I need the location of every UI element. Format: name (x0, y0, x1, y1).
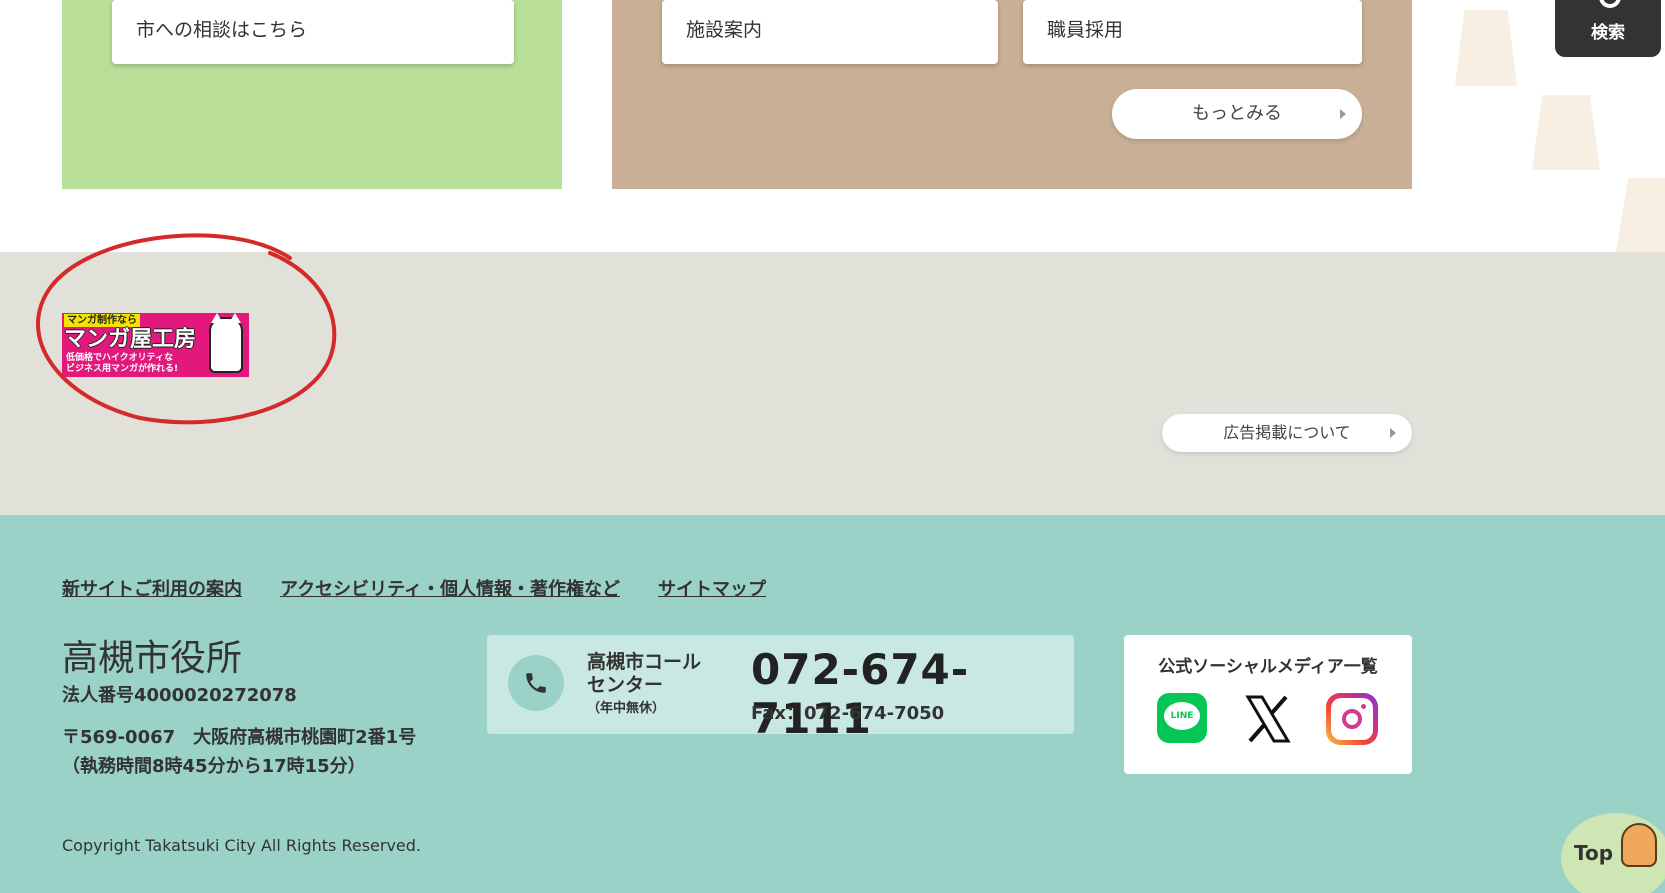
phone-number[interactable]: 072-674-7111 (751, 645, 1074, 743)
footer-link-guide[interactable]: 新サイトご利用の案内 (62, 575, 242, 601)
consult-link-label: 市への相談はこちら (136, 19, 308, 41)
chevron-right-icon (1390, 428, 1396, 438)
copyright: Copyright Takatsuki City All Rights Rese… (62, 836, 422, 855)
call-center-hours: （年中無休） (587, 701, 666, 716)
shogi-piece-decoration (1532, 95, 1600, 170)
facility-link[interactable]: 施設案内 (662, 0, 998, 64)
x-icon[interactable] (1242, 693, 1294, 745)
call-center-name: 高槻市コールセンター (587, 651, 702, 696)
ad-info-button[interactable]: 広告掲載について (1162, 414, 1412, 452)
chevron-right-icon (1340, 109, 1346, 119)
footer-links: 新サイトご利用の案内 アクセシビリティ・個人情報・著作権など サイトマップ (62, 575, 766, 601)
instagram-icon-inner (1331, 698, 1373, 740)
org-name: 高槻市役所 (62, 638, 243, 679)
line-label: LINE (1170, 711, 1194, 721)
mascot-icon (1621, 823, 1657, 867)
shogi-piece-decoration (1455, 10, 1517, 86)
social-title: 公式ソーシャルメディア一覧 (1158, 657, 1378, 677)
call-center-box: 高槻市コールセンター （年中無休） 072-674-7111 Fax：072-6… (487, 635, 1074, 743)
annotation-circle (36, 233, 337, 425)
footer-link-accessibility[interactable]: アクセシビリティ・個人情報・著作権など (280, 575, 620, 601)
footer-link-sitemap[interactable]: サイトマップ (658, 575, 766, 601)
instagram-dot (1361, 704, 1366, 709)
search-button-label: 検索 (1591, 23, 1625, 43)
top-section: 市への相談はこちら 施設案内 職員採用 もっとみる 検索 (0, 0, 1665, 252)
back-to-top-button[interactable]: Top (1561, 813, 1665, 893)
ad-info-label: 広告掲載について (1223, 423, 1351, 442)
office-hours: （執務時間8時45分から17時15分） (62, 756, 366, 777)
more-button-label: もっとみる (1192, 103, 1282, 124)
corp-number: 法人番号4000020272078 (62, 685, 297, 706)
fax-number: Fax：072-674-7050 (751, 703, 945, 724)
instagram-icon[interactable] (1326, 693, 1378, 745)
recruit-link[interactable]: 職員採用 (1023, 0, 1362, 64)
search-icon (1599, 0, 1621, 8)
facility-link-label: 施設案内 (686, 19, 763, 41)
back-to-top-label: Top (1574, 841, 1614, 865)
address-block: 〒569-0067 大阪府高槻市桃園町2番1号 （執務時間8時45分から17時1… (62, 723, 416, 781)
instagram-lens (1342, 709, 1362, 729)
consult-panel: 市への相談はこちら (62, 0, 562, 189)
phone-icon (508, 655, 564, 711)
search-button[interactable]: 検索 (1555, 0, 1661, 57)
recruit-link-label: 職員採用 (1047, 19, 1124, 41)
social-media-box: 公式ソーシャルメディア一覧 LINE (1124, 635, 1412, 774)
shogi-piece-decoration (1616, 178, 1665, 252)
footer: 新サイトご利用の案内 アクセシビリティ・個人情報・著作権など サイトマップ 高槻… (0, 515, 1665, 893)
more-button[interactable]: もっとみる (1112, 89, 1362, 139)
consult-link[interactable]: 市への相談はこちら (112, 0, 514, 64)
line-icon[interactable]: LINE (1157, 693, 1207, 743)
address: 〒569-0067 大阪府高槻市桃園町2番1号 (62, 727, 417, 748)
